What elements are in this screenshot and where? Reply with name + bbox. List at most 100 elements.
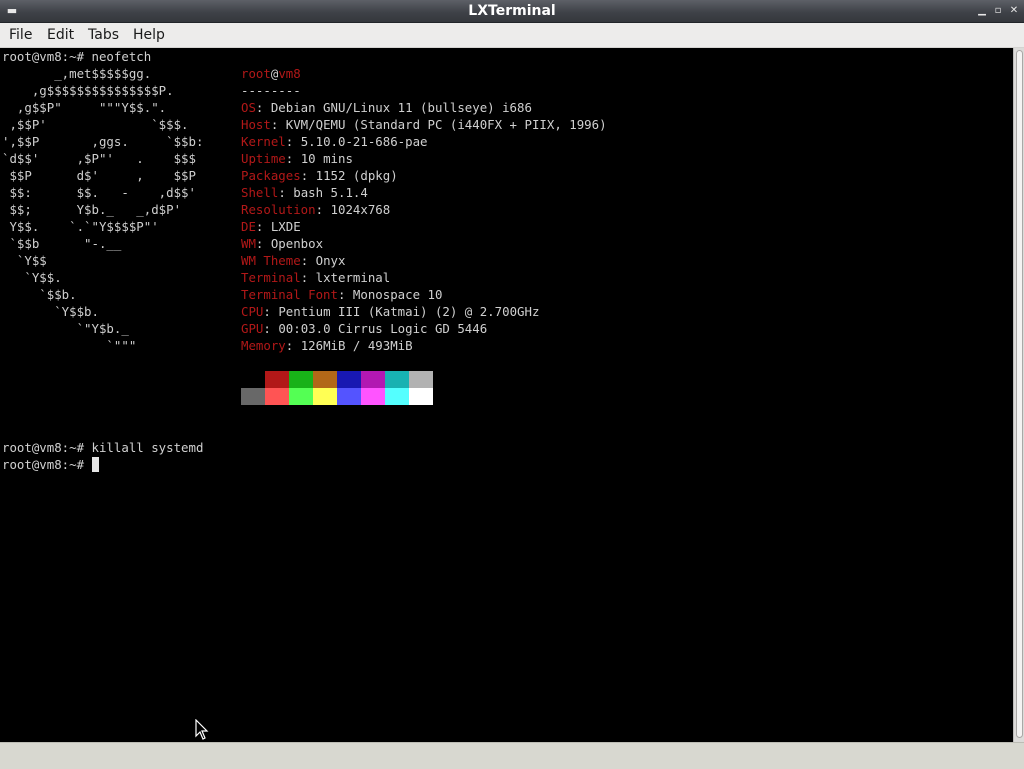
info-colon: : (285, 134, 301, 149)
info-key: CPU (241, 304, 264, 319)
info-colon: : (255, 100, 271, 115)
info-row: Kernel: 5.10.0-21-686-pae (241, 133, 428, 150)
menu-help[interactable]: Help (132, 23, 166, 47)
logo-line: `$$b "-.__ (2, 236, 122, 251)
color-swatch (313, 388, 337, 405)
color-swatch (289, 388, 313, 405)
info-row: WM: Openbox (241, 235, 323, 252)
info-value: Onyx (315, 253, 346, 268)
logo-line: `$$b. (2, 287, 77, 302)
info-row: Uptime: 10 mins (241, 150, 353, 167)
info-value: 00:03.0 Cirrus Logic GD 5446 (278, 321, 488, 336)
info-key: OS (241, 100, 256, 115)
info-row: Packages: 1152 (dpkg) (241, 167, 398, 184)
color-swatch (361, 388, 385, 405)
logo-line: _,met$$$$$gg. (2, 66, 152, 81)
info-colon: : (315, 202, 331, 217)
palette-row-bottom (241, 388, 433, 405)
info-separator: -------- (241, 83, 301, 98)
logo-line: `"Y$b._ (2, 321, 129, 336)
info-colon: : (263, 321, 279, 336)
info-key: Host (241, 117, 271, 132)
info-value: Pentium III (Katmai) (2) @ 2.700GHz (278, 304, 540, 319)
menu-file[interactable]: File (8, 23, 33, 47)
info-value: 126MiB / 493MiB (300, 338, 413, 353)
color-swatch (337, 388, 361, 405)
info-key: Kernel (241, 134, 286, 149)
info-colon: : (255, 236, 271, 251)
mouse-pointer-icon (195, 719, 209, 740)
info-key: WM Theme (241, 253, 301, 268)
info-value: Monospace 10 (352, 287, 443, 302)
info-value: LXDE (270, 219, 301, 234)
color-swatch (241, 371, 265, 388)
command-line: root@vm8:~# neofetch (2, 49, 152, 64)
info-colon: : (255, 219, 271, 234)
info-colon: : (285, 338, 301, 353)
color-swatch (289, 371, 313, 388)
logo-line: `""" (2, 338, 137, 353)
info-colon: : (300, 168, 316, 183)
color-swatch (241, 388, 265, 405)
info-value: bash 5.1.4 (293, 185, 368, 200)
color-swatch (265, 388, 289, 405)
info-value: lxterminal (315, 270, 391, 285)
info-row: Host: KVM/QEMU (Standard PC (i440FX + PI… (241, 116, 607, 133)
color-swatch (337, 371, 361, 388)
logo-line: `Y$$. (2, 270, 62, 285)
prompt-text: root@vm8:~# (2, 457, 92, 472)
info-row: CPU: Pentium III (Katmai) (2) @ 2.700GHz (241, 303, 539, 320)
info-colon: : (300, 270, 316, 285)
logo-line: ',$$P ,ggs. `$$b: (2, 134, 204, 149)
minimize-icon[interactable]: ▁ (975, 4, 989, 18)
info-row: Resolution: 1024x768 (241, 201, 390, 218)
info-row: DE: LXDE (241, 218, 301, 235)
info-key: Resolution (241, 202, 316, 217)
logo-line: $$: $$. - ,d$$' (2, 185, 196, 200)
logo-line: `Y$$ (2, 253, 47, 268)
close-icon[interactable]: ✕ (1007, 4, 1021, 18)
color-swatch (385, 388, 409, 405)
logo-line: `d$$' ,$P"' . $$$ (2, 151, 196, 166)
info-key: Memory (241, 338, 286, 353)
palette-row-top (241, 371, 433, 388)
logo-line: ,g$$$$$$$$$$$$$$$P. (2, 83, 174, 98)
info-key: Uptime (241, 151, 286, 166)
color-swatch (385, 371, 409, 388)
info-colon: : (285, 151, 301, 166)
info-colon: : (337, 287, 353, 302)
info-row: GPU: 00:03.0 Cirrus Logic GD 5446 (241, 320, 487, 337)
status-bar (0, 742, 1024, 769)
info-colon: : (263, 304, 279, 319)
info-value: KVM/QEMU (Standard PC (i440FX + PIIX, 19… (285, 117, 607, 132)
info-key: WM (241, 236, 256, 251)
window-title: LXTerminal (468, 3, 556, 19)
scrollbar-thumb[interactable] (1016, 50, 1023, 738)
info-key: Packages (241, 168, 301, 183)
text-cursor (91, 457, 99, 472)
vertical-scrollbar[interactable] (1013, 48, 1024, 742)
menu-edit[interactable]: Edit (46, 23, 75, 47)
info-value: 5.10.0-21-686-pae (300, 134, 428, 149)
info-value: Debian GNU/Linux 11 (bullseye) i686 (270, 100, 532, 115)
info-colon: : (270, 117, 286, 132)
info-colon: : (278, 185, 294, 200)
info-key: Terminal (241, 270, 301, 285)
menu-bar: File Edit Tabs Help (0, 23, 1024, 48)
info-header: root@vm8 (241, 65, 301, 82)
maximize-icon[interactable]: ▫ (991, 4, 1005, 18)
info-row: Terminal Font: Monospace 10 (241, 286, 442, 303)
info-row: Memory: 126MiB / 493MiB (241, 337, 413, 354)
info-colon: : (300, 253, 316, 268)
terminal-area[interactable]: root@vm8:~# neofetch _,met$$$$$gg. ,g$$$… (0, 48, 1013, 742)
info-value: 10 mins (300, 151, 353, 166)
prompt-line: root@vm8:~# (2, 456, 99, 473)
menu-tabs[interactable]: Tabs (87, 23, 120, 47)
color-swatch (265, 371, 289, 388)
logo-line: $$P d$' , $$P (2, 168, 196, 183)
color-swatch (361, 371, 385, 388)
color-swatch (409, 371, 433, 388)
info-row: Shell: bash 5.1.4 (241, 184, 368, 201)
info-key: DE (241, 219, 256, 234)
info-row: OS: Debian GNU/Linux 11 (bullseye) i686 (241, 99, 532, 116)
